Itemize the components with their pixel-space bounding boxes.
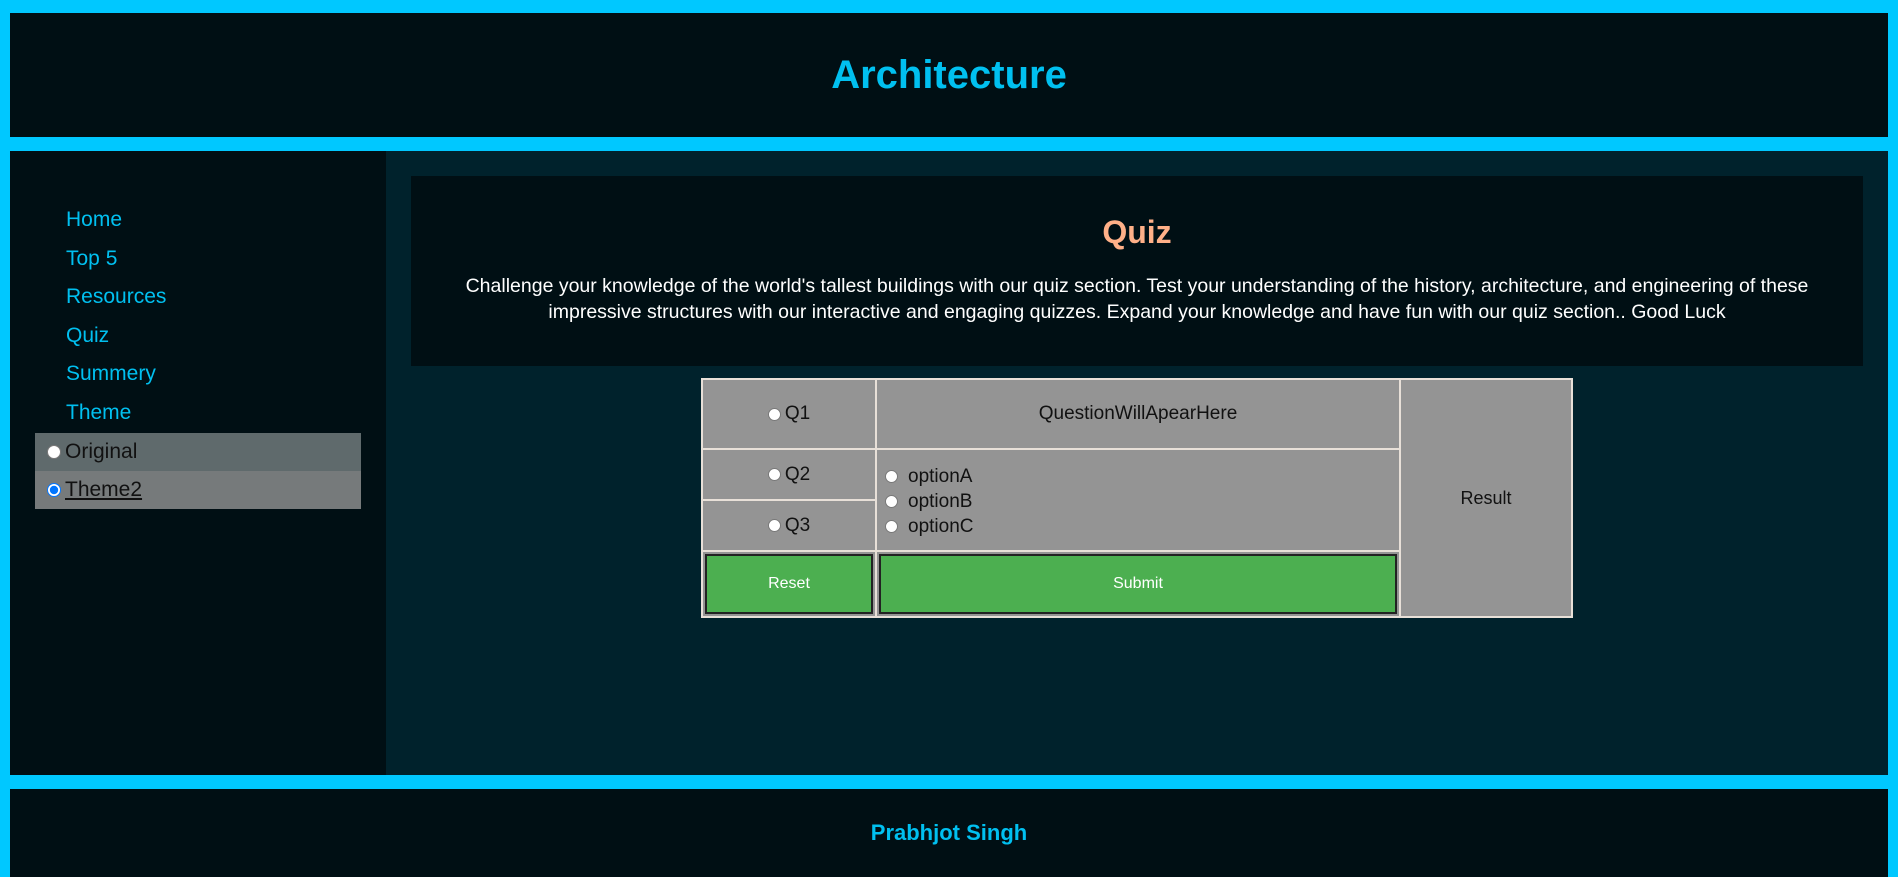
q3-radio[interactable] [767,519,781,532]
divider [703,550,1399,552]
answer-options: optionA optionB optionC [877,450,1399,550]
option-a-radio[interactable] [885,470,898,483]
question-selector-q3[interactable]: Q3 [703,501,875,550]
q1-radio[interactable] [767,407,781,421]
nav-item-resources[interactable]: Resources [10,278,386,317]
quiz-intro: Quiz Challenge your knowledge of the wor… [411,176,1863,366]
quiz-heading: Quiz [1102,214,1172,250]
theme-option-original[interactable]: Original [35,432,361,471]
nav-item-summery[interactable]: Summery [10,355,386,394]
site-footer: Prabhjot Singh [10,789,1888,877]
option-c-label: optionC [908,515,974,537]
question-selector-q2[interactable]: Q2 [703,450,875,499]
quiz-description: Challenge your knowledge of the world's … [465,275,1809,323]
option-a[interactable]: optionA [885,464,1399,489]
footer-author: Prabhjot Singh [870,820,1028,845]
nav-menu: Home Top 5 Resources Quiz Summery Theme [10,151,386,433]
nav-item-theme[interactable]: Theme [10,394,386,433]
nav-item-home[interactable]: Home [10,201,386,240]
q2-label: Q2 [784,463,811,485]
theme-original-radio[interactable] [47,444,61,459]
option-b[interactable]: optionB [885,489,1399,514]
site-header: Architecture [10,13,1888,137]
submit-button[interactable]: Submit [879,554,1397,614]
option-c-radio[interactable] [885,520,898,533]
theme-option-theme2[interactable]: Theme2 [35,470,361,509]
q3-label: Q3 [784,514,811,536]
option-a-label: optionA [908,465,973,487]
question-selector-q1[interactable]: Q1 [703,380,875,448]
nav-item-quiz[interactable]: Quiz [10,317,386,356]
q2-radio[interactable] [767,468,781,481]
question-text: QuestionWillApearHere [1038,403,1238,424]
option-b-label: optionB [908,490,973,512]
sidebar: Home Top 5 Resources Quiz Summery Theme … [10,151,386,775]
reset-button[interactable]: Reset [705,554,873,614]
site-title: Architecture [831,52,1067,97]
theme-original-label[interactable]: Original [65,440,137,464]
option-c[interactable]: optionC [885,514,1399,539]
option-b-radio[interactable] [885,495,898,508]
result-display: Result [1460,487,1512,508]
nav-item-top5[interactable]: Top 5 [10,240,386,279]
main-content: Quiz Challenge your knowledge of the wor… [386,151,1888,775]
theme-theme2-radio[interactable] [47,482,61,497]
q1-label: Q1 [784,403,811,424]
quiz-table: Q1 Q2 Q3 QuestionWillApearHere optionA o… [701,378,1573,618]
theme-theme2-label[interactable]: Theme2 [65,478,142,502]
